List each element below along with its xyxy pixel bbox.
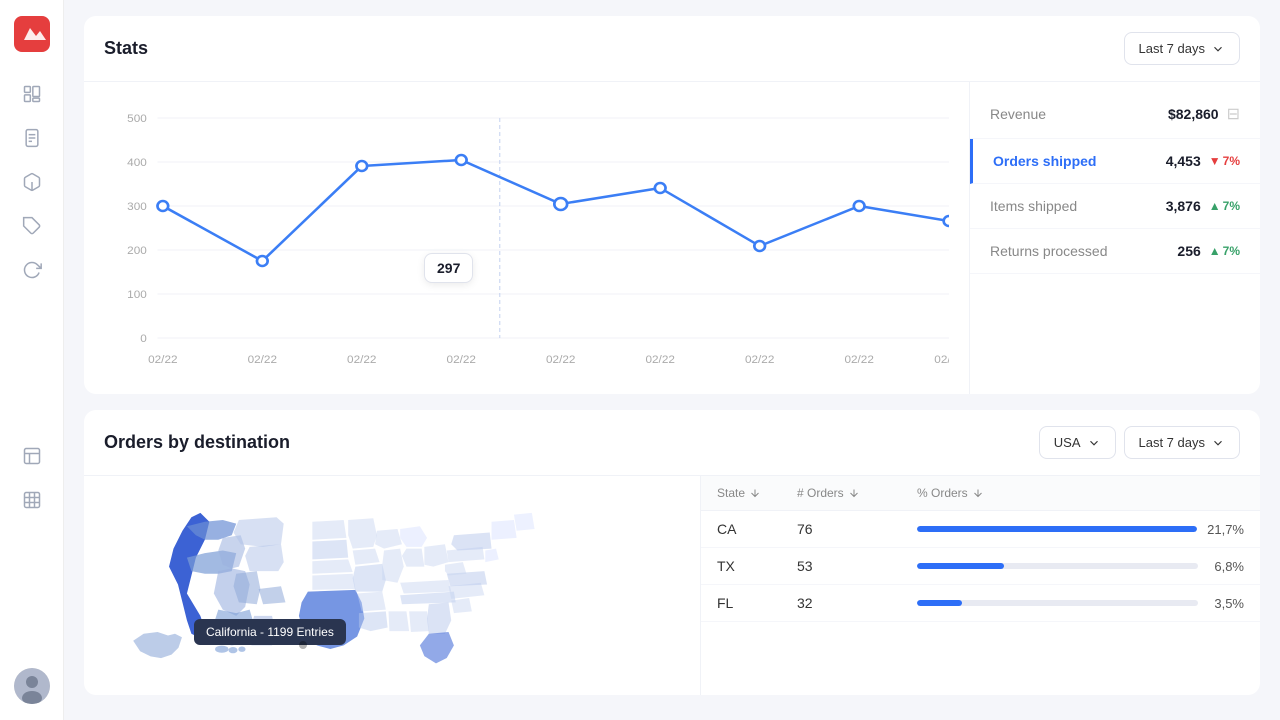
chevron-down-icon <box>1211 42 1225 56</box>
orders-destination-card: Orders by destination USA Last 7 days <box>84 410 1260 695</box>
sidebar-item-invoice[interactable] <box>14 120 50 156</box>
stats-time-dropdown[interactable]: Last 7 days <box>1124 32 1241 65</box>
pct-bar-fill <box>917 526 1197 532</box>
svg-text:500: 500 <box>127 113 147 125</box>
orders-body: California - 1199 Entries State # Orders <box>84 475 1260 695</box>
col-header-orders[interactable]: # Orders <box>797 486 917 500</box>
svg-text:02/22: 02/22 <box>745 354 774 366</box>
app-logo[interactable] <box>14 16 50 52</box>
metric-returns-label: Returns processed <box>990 243 1108 259</box>
chart-area: 297 500 400 300 200 100 <box>84 82 970 394</box>
cell-pct-fl: 3,5% <box>917 596 1244 611</box>
table-row[interactable]: FL 32 3,5% <box>701 585 1260 622</box>
orders-title: Orders by destination <box>104 432 290 453</box>
metric-orders-right: 4,453 ▼ 7% <box>1166 153 1240 169</box>
chart-container: 297 500 400 300 200 100 <box>104 98 949 378</box>
cell-orders-tx: 53 <box>797 558 917 574</box>
cell-state-ca: CA <box>717 521 797 537</box>
metric-orders-badge: ▼ 7% <box>1209 154 1240 168</box>
metric-revenue-icon: ⊟ <box>1227 104 1240 124</box>
table-header: State # Orders % Orders <box>701 476 1260 511</box>
sidebar-item-refresh[interactable] <box>14 252 50 288</box>
pct-bar-fill <box>917 563 1004 569</box>
line-chart: 500 400 300 200 100 0 <box>104 98 949 378</box>
metrics-panel: Revenue $82,860 ⊟ Orders shipped 4,453 ▼… <box>970 82 1260 394</box>
sidebar-item-tags[interactable] <box>14 208 50 244</box>
cell-orders-ca: 76 <box>797 521 917 537</box>
stats-body: 297 500 400 300 200 100 <box>84 81 1260 394</box>
cell-orders-fl: 32 <box>797 595 917 611</box>
svg-text:02/22: 02/22 <box>347 354 376 366</box>
svg-text:02/22: 02/22 <box>844 354 873 366</box>
orders-time-dropdown[interactable]: Last 7 days <box>1124 426 1241 459</box>
usa-map <box>84 476 700 695</box>
metric-returns[interactable]: Returns processed 256 ▲ 7% <box>970 229 1260 274</box>
metric-items-label: Items shipped <box>990 198 1077 214</box>
orders-table: State # Orders % Orders CA 76 <box>700 476 1260 695</box>
metric-returns-value: 256 <box>1177 243 1200 259</box>
pct-bar-bg <box>917 600 1198 606</box>
chevron-down-icon <box>1087 436 1101 450</box>
pct-bar-fill <box>917 600 962 606</box>
sidebar-item-packages[interactable] <box>14 164 50 200</box>
stats-card: Stats Last 7 days 297 <box>84 16 1260 394</box>
country-dropdown[interactable]: USA <box>1039 426 1116 459</box>
cell-pct-tx: 6,8% <box>917 559 1244 574</box>
orders-header: Orders by destination USA Last 7 days <box>84 410 1260 475</box>
svg-text:100: 100 <box>127 289 147 301</box>
svg-text:200: 200 <box>127 245 147 257</box>
metric-items-badge: ▲ 7% <box>1209 199 1240 213</box>
col-header-state[interactable]: State <box>717 486 797 500</box>
stats-title: Stats <box>104 38 148 59</box>
orders-header-controls: USA Last 7 days <box>1039 426 1240 459</box>
svg-text:02/22: 02/22 <box>447 354 476 366</box>
sort-icon <box>749 487 761 499</box>
metric-orders-value: 4,453 <box>1166 153 1201 169</box>
svg-text:02/22: 02/22 <box>934 354 949 366</box>
pct-label-ca: 21,7% <box>1207 522 1244 537</box>
chevron-down-icon <box>1211 436 1225 450</box>
user-avatar[interactable] <box>14 668 50 704</box>
pct-bar-bg <box>917 526 1197 532</box>
pct-label-fl: 3,5% <box>1208 596 1244 611</box>
metric-items-value: 3,876 <box>1166 198 1201 214</box>
metric-revenue-value: $82,860 <box>1168 106 1219 122</box>
sidebar-item-layout[interactable] <box>14 438 50 474</box>
table-row[interactable]: CA 76 21,7% <box>701 511 1260 548</box>
sidebar <box>0 0 64 720</box>
svg-text:400: 400 <box>127 157 147 169</box>
svg-text:02/22: 02/22 <box>148 354 177 366</box>
cell-state-tx: TX <box>717 558 797 574</box>
sidebar-item-dashboard[interactable] <box>14 76 50 112</box>
metric-revenue-right: $82,860 ⊟ <box>1168 104 1240 124</box>
pct-bar-bg <box>917 563 1198 569</box>
metric-revenue[interactable]: Revenue $82,860 ⊟ <box>970 90 1260 139</box>
svg-text:02/22: 02/22 <box>248 354 277 366</box>
sort-icon <box>848 487 860 499</box>
stats-card-header: Stats Last 7 days <box>84 16 1260 81</box>
svg-text:300: 300 <box>127 201 147 213</box>
table-row[interactable]: TX 53 6,8% <box>701 548 1260 585</box>
svg-text:02/22: 02/22 <box>546 354 575 366</box>
cell-pct-ca: 21,7% <box>917 522 1244 537</box>
metric-returns-badge: ▲ 7% <box>1209 244 1240 258</box>
metric-items-shipped[interactable]: Items shipped 3,876 ▲ 7% <box>970 184 1260 229</box>
metric-returns-right: 256 ▲ 7% <box>1177 243 1240 259</box>
sort-icon <box>972 487 984 499</box>
map-area: California - 1199 Entries <box>84 476 700 695</box>
metric-orders-shipped[interactable]: Orders shipped 4,453 ▼ 7% <box>970 139 1260 184</box>
map-tooltip: California - 1199 Entries <box>194 619 346 645</box>
metric-orders-label: Orders shipped <box>993 153 1096 169</box>
col-header-pct[interactable]: % Orders <box>917 486 1244 500</box>
metric-items-right: 3,876 ▲ 7% <box>1166 198 1240 214</box>
pct-label-tx: 6,8% <box>1208 559 1244 574</box>
cell-state-fl: FL <box>717 595 797 611</box>
main-content: Stats Last 7 days 297 <box>64 0 1280 720</box>
sidebar-item-table[interactable] <box>14 482 50 518</box>
svg-text:02/22: 02/22 <box>645 354 674 366</box>
svg-text:0: 0 <box>140 333 147 345</box>
metric-revenue-label: Revenue <box>990 106 1046 122</box>
